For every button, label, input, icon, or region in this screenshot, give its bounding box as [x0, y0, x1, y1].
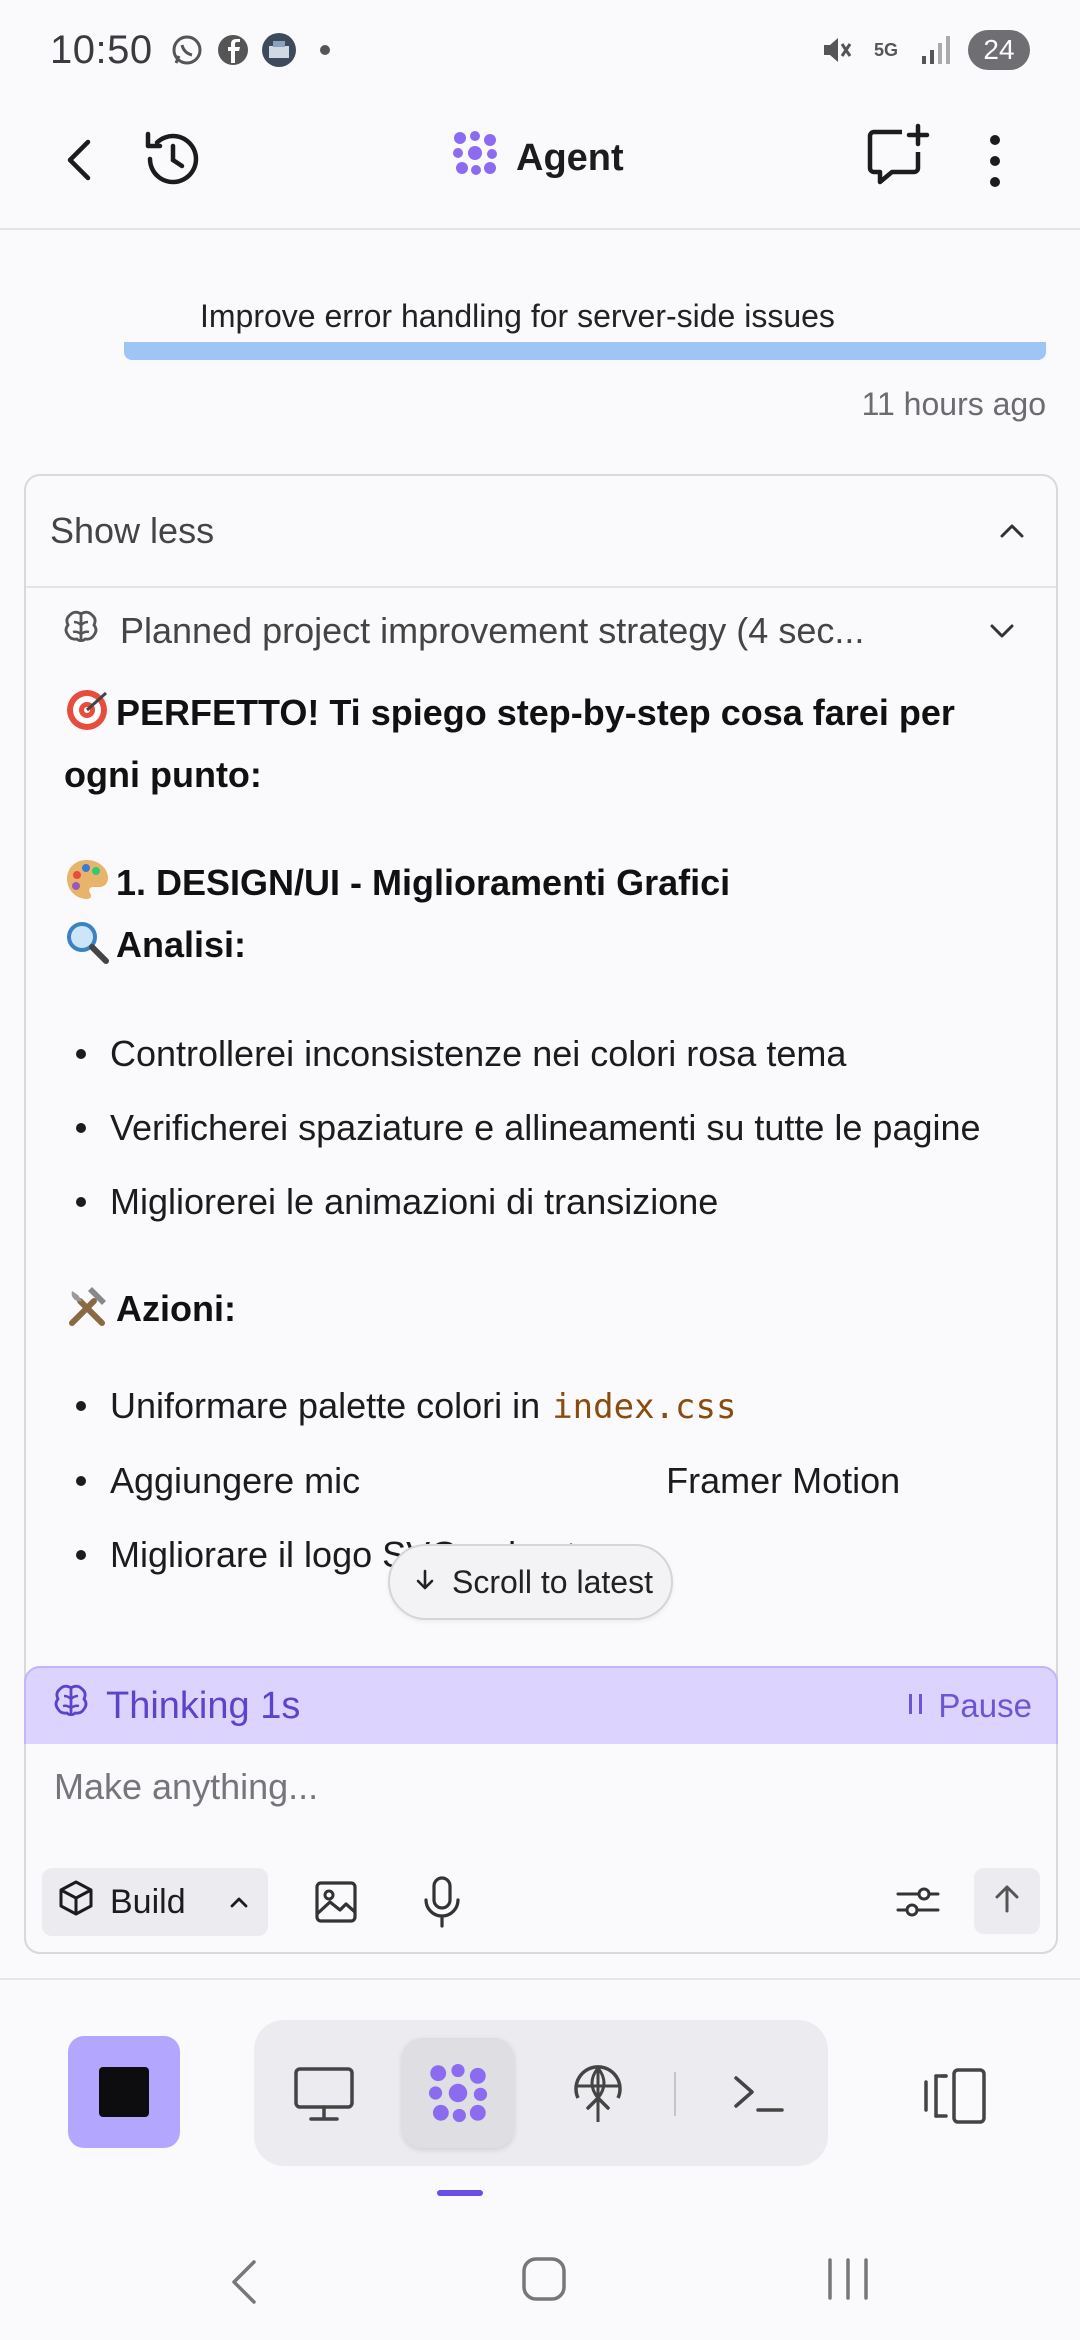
thinking-status-bar: Thinking 1s Pause	[24, 1666, 1058, 1746]
toolbar-divider	[0, 1978, 1080, 1980]
pause-label: Pause	[938, 1687, 1032, 1724]
magnifier-icon	[64, 919, 110, 965]
more-vert-icon[interactable]	[980, 126, 1010, 196]
system-navigation-bar	[0, 2230, 1080, 2340]
data-arrows-icon: 5G	[873, 40, 898, 60]
brain-icon	[50, 1680, 92, 1732]
facebook-icon	[215, 32, 251, 68]
terminal-icon[interactable]	[702, 2038, 814, 2148]
plan-step-label: Planned project improvement strategy (4 …	[120, 610, 865, 651]
stop-button[interactable]	[68, 2036, 180, 2148]
task-timestamp: 11 hours ago	[861, 386, 1046, 422]
brain-icon	[60, 606, 102, 657]
battery-indicator: 24	[968, 30, 1030, 70]
chevron-down-icon	[982, 611, 1022, 651]
sliders-icon[interactable]	[892, 1876, 944, 1928]
arrow-down-icon	[412, 1564, 438, 1601]
analysis-label: Analisi:	[64, 914, 1018, 976]
image-attach-icon[interactable]	[310, 1876, 362, 1928]
app-header: Agent	[0, 100, 1080, 230]
layout-switch-icon[interactable]	[920, 2060, 992, 2132]
response-heading: PERFETTO! Ti spiego step-by-step cosa fa…	[64, 682, 1018, 806]
arrow-up-icon	[989, 1881, 1025, 1922]
chevron-up-icon	[992, 511, 1032, 551]
actions-label: Azioni:	[64, 1278, 1018, 1340]
status-bar: 10:50 5G 24	[0, 0, 1080, 100]
microphone-icon[interactable]	[416, 1874, 468, 1930]
app-photo-icon	[261, 32, 297, 68]
agent-icon[interactable]	[402, 2038, 514, 2148]
deploy-icon[interactable]	[542, 2038, 654, 2148]
composer: Make anything... Build	[24, 1744, 1058, 1954]
scroll-to-latest-button[interactable]: Scroll to latest	[388, 1544, 673, 1620]
system-back-icon[interactable]	[224, 2254, 264, 2310]
analysis-list: Controllerei inconsistenze nei colori ro…	[64, 1022, 1018, 1234]
palette-icon	[64, 857, 110, 903]
pause-button[interactable]: Pause	[906, 1687, 1032, 1725]
workspace-tabs	[254, 2020, 828, 2166]
list-item: Verificherei spaziature e allineamenti s…	[64, 1096, 1018, 1160]
history-icon[interactable]	[138, 124, 208, 194]
agent-logo-icon	[450, 128, 500, 188]
dot-icon	[307, 32, 343, 68]
message-input[interactable]: Make anything...	[54, 1766, 318, 1808]
back-arrow-icon[interactable]	[50, 130, 110, 190]
system-home-icon[interactable]	[520, 2254, 568, 2304]
page-title: Agent	[450, 128, 624, 188]
signal-icon	[918, 32, 954, 68]
plan-step-row[interactable]: Planned project improvement strategy (4 …	[26, 588, 1056, 674]
scroll-to-latest-label: Scroll to latest	[452, 1563, 653, 1600]
preview-icon[interactable]	[268, 2038, 380, 2148]
status-time: 10:50	[50, 27, 153, 72]
list-item: Controllerei inconsistenze nei colori ro…	[64, 1022, 1018, 1086]
show-less-label: Show less	[50, 510, 215, 551]
task-accent-bar	[124, 342, 1046, 360]
stop-icon	[99, 2067, 149, 2117]
new-chat-icon[interactable]	[862, 122, 932, 192]
list-item: Uniformare palette colori in index.css	[64, 1374, 1018, 1439]
cube-icon	[56, 1878, 96, 1927]
tools-icon	[64, 1283, 110, 1329]
mode-label: Build	[110, 1882, 186, 1921]
response-content: PERFETTO! Ti spiego step-by-step cosa fa…	[26, 674, 1056, 1587]
section-title: 1. DESIGN/UI - Miglioramenti Grafici	[64, 852, 1018, 914]
page-title-text: Agent	[516, 136, 624, 179]
send-button[interactable]	[974, 1868, 1040, 1934]
code-inline: index.css	[552, 1387, 737, 1427]
whatsapp-icon	[169, 32, 205, 68]
mode-selector[interactable]: Build	[42, 1868, 268, 1936]
tab-divider	[674, 2072, 676, 2116]
chevron-up-icon	[224, 1887, 254, 1917]
active-tab-indicator	[437, 2190, 483, 2196]
show-less-toggle[interactable]: Show less	[26, 476, 1056, 588]
thinking-label: Thinking 1s	[106, 1684, 301, 1727]
target-icon	[64, 687, 110, 733]
pause-icon	[906, 1687, 926, 1725]
mute-icon	[818, 32, 854, 68]
task-title: Improve error handling for server-side i…	[200, 298, 835, 334]
list-item: Migliorerei le animazioni di transizione	[64, 1170, 1018, 1234]
system-recents-icon[interactable]	[822, 2254, 874, 2304]
list-item: Aggiungere mic Framer Motion	[64, 1449, 1018, 1513]
